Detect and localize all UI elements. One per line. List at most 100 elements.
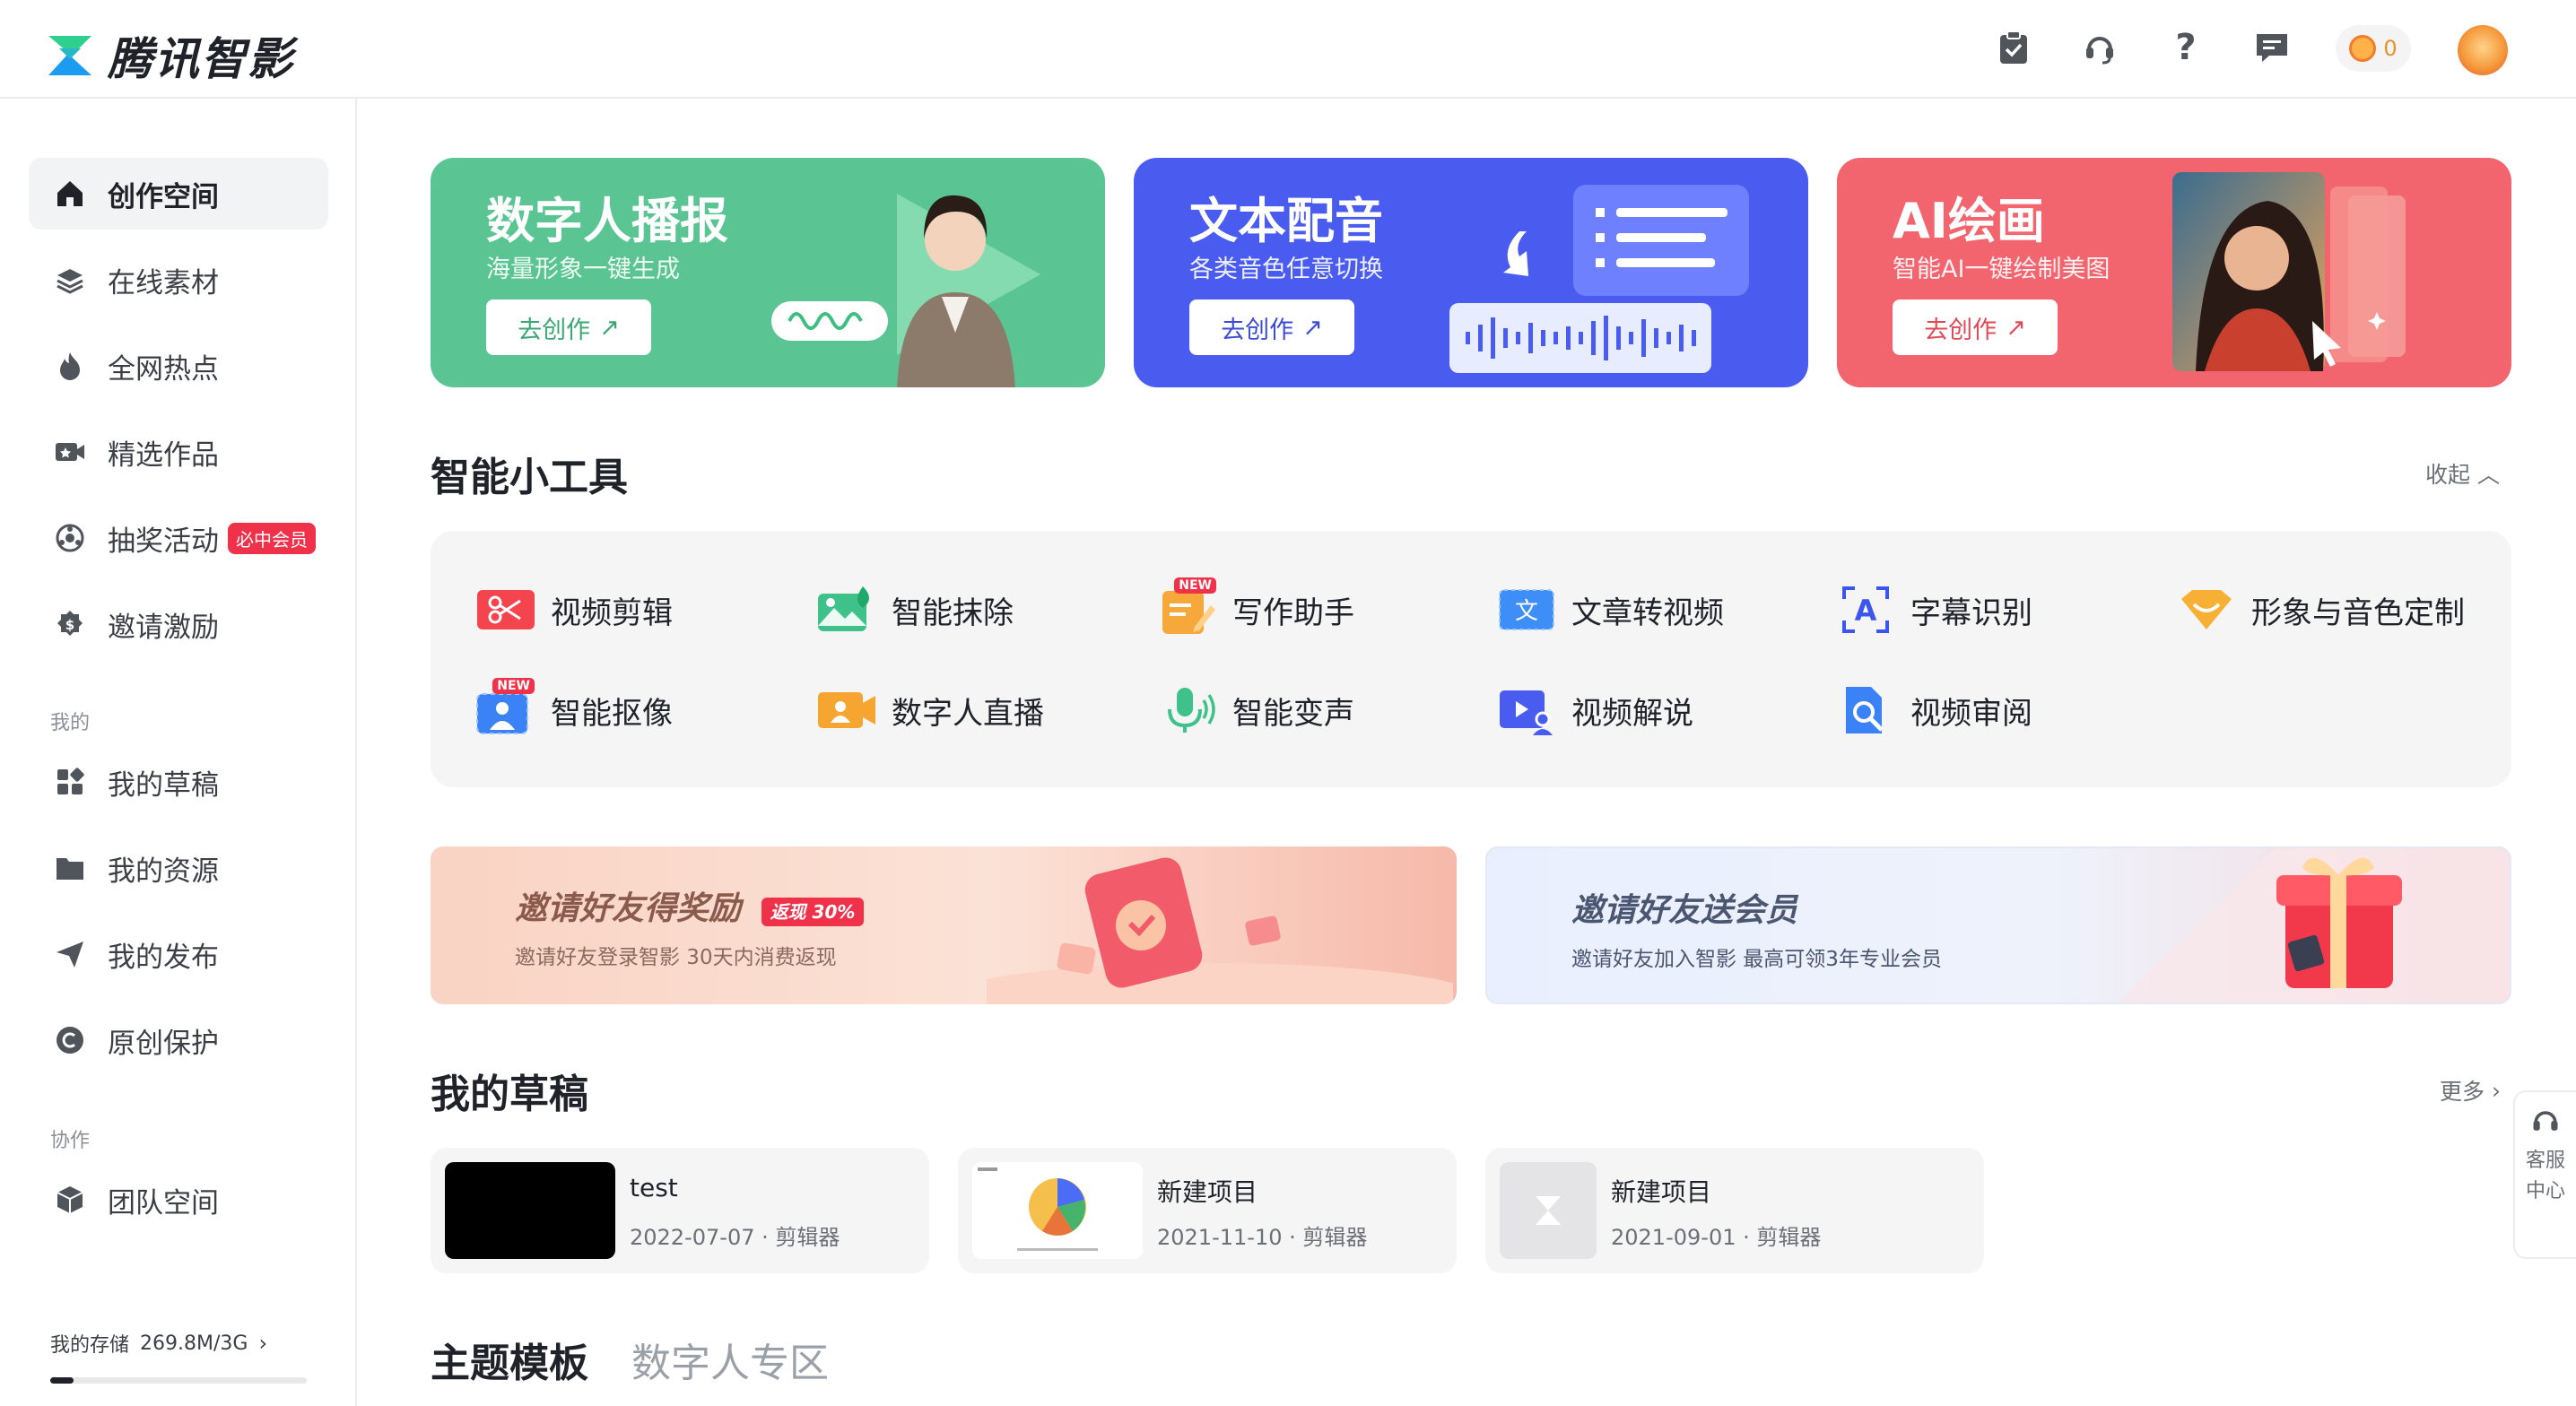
tool-writing-assistant[interactable]: NEW 写作助手 bbox=[1155, 577, 1354, 637]
tool-label: 数字人直播 bbox=[892, 695, 1044, 732]
subtitle-icon: A bbox=[1833, 583, 1898, 637]
customer-service-button[interactable]: 客服 中心 bbox=[2513, 1090, 2576, 1259]
tools-panel: 视频剪辑 智能抹除 NEW 写作助手 文 文章转视频 A 字幕识别 形象与音色定… bbox=[431, 531, 2511, 787]
message-icon[interactable] bbox=[2251, 27, 2293, 68]
sidebar-item-team-space[interactable]: 团队空间 bbox=[29, 1164, 328, 1236]
tools-section-title: 智能小工具 bbox=[431, 455, 628, 500]
button-label: 去创作 bbox=[518, 316, 591, 344]
sidebar-item-label: 团队空间 bbox=[108, 1186, 219, 1219]
tool-label: 写作助手 bbox=[1232, 595, 1354, 631]
storage-info[interactable]: 我的存储 269.8M/3G › bbox=[50, 1329, 267, 1358]
arrow-up-right-icon: ↗ bbox=[1302, 313, 1323, 342]
tool-label: 智能变声 bbox=[1232, 695, 1354, 732]
coin-balance[interactable]: 0 bbox=[2336, 25, 2411, 72]
tool-label: 智能抠像 bbox=[551, 695, 673, 732]
storage-progress bbox=[50, 1377, 307, 1384]
button-label: 去创作 bbox=[1221, 316, 1294, 344]
help-icon[interactable]: ? bbox=[2165, 27, 2206, 68]
arrow-up-right-icon: ↗ bbox=[2006, 313, 2026, 342]
support-label: 中心 bbox=[2525, 1180, 2565, 1202]
tool-digital-human-live[interactable]: 数字人直播 bbox=[814, 683, 1044, 737]
banner-title: 文本配音 bbox=[1189, 193, 1383, 249]
draft-thumbnail bbox=[1500, 1162, 1597, 1259]
tool-voice-changer[interactable]: 智能变声 bbox=[1155, 683, 1354, 737]
sidebar-item-label: 原创保护 bbox=[108, 1027, 219, 1060]
coin-icon bbox=[2349, 35, 2377, 62]
tool-video-narration[interactable]: 视频解说 bbox=[1494, 683, 1693, 737]
sidebar-item-hot-topics[interactable]: 全网热点 bbox=[29, 330, 328, 402]
member-badge: 必中会员 bbox=[228, 522, 316, 554]
sidebar-item-creation-space[interactable]: 创作空间 bbox=[29, 158, 328, 230]
erase-icon bbox=[814, 583, 879, 637]
red-envelope-illustration bbox=[987, 857, 1453, 1004]
logo-icon bbox=[48, 36, 91, 75]
draft-meta: 2021-09-01 · 剪辑器 bbox=[1611, 1225, 1822, 1250]
sidebar-item-featured-works[interactable]: 精选作品 bbox=[29, 416, 328, 488]
hourglass-icon bbox=[1536, 1196, 1561, 1225]
draft-name: test bbox=[630, 1173, 678, 1202]
tool-video-review[interactable]: 视频审阅 bbox=[1833, 683, 2032, 737]
promo-title: 邀请好友送会员 bbox=[1571, 892, 1798, 929]
video-narrate-icon bbox=[1494, 683, 1559, 737]
sidebar-item-copyright[interactable]: 原创保护 bbox=[29, 1004, 328, 1076]
support-label: 客服 bbox=[2525, 1150, 2565, 1172]
storage-value: 269.8M/3G bbox=[140, 1332, 248, 1355]
app-logo[interactable]: 腾讯智影 bbox=[45, 23, 294, 88]
new-badge: NEW bbox=[1174, 577, 1216, 594]
draft-meta: 2022-07-07 · 剪辑器 bbox=[630, 1225, 840, 1250]
coin-count: 0 bbox=[2383, 36, 2398, 61]
sidebar: 创作空间 在线素材 全网热点 精选作品 抽奖活动 必中会员 $ 邀请激励 我的 … bbox=[0, 99, 357, 1406]
tool-smart-erase[interactable]: 智能抹除 bbox=[814, 583, 1014, 637]
collapse-toggle[interactable]: 收起 ︿ bbox=[2425, 457, 2500, 490]
svg-text:文: 文 bbox=[1515, 598, 1538, 625]
chevron-up-icon: ︿ bbox=[2477, 462, 2501, 488]
headset-support-icon[interactable] bbox=[2079, 27, 2120, 68]
headset-icon bbox=[2533, 1111, 2558, 1131]
sidebar-item-my-publish[interactable]: 我的发布 bbox=[29, 918, 328, 990]
sidebar-item-lottery[interactable]: 抽奖活动 必中会员 bbox=[29, 502, 328, 574]
tool-smart-matting[interactable]: NEW 智能抠像 bbox=[474, 678, 673, 737]
banner-create-button[interactable]: 去创作 ↗ bbox=[1189, 299, 1354, 355]
text-to-speech-illustration bbox=[1449, 185, 1749, 373]
draft-card[interactable]: 新建项目 2021-09-01 · 剪辑器 bbox=[1485, 1148, 1984, 1273]
sidebar-group-mine: 我的 bbox=[50, 712, 91, 734]
tool-label: 文章转视频 bbox=[1571, 595, 1724, 631]
banner-ai-painting[interactable]: AI绘画 智能AI一键绘制美图 去创作 ↗ bbox=[1837, 158, 2511, 387]
tool-video-edit[interactable]: 视频剪辑 bbox=[474, 583, 673, 637]
tab-digital-human-zone[interactable]: 数字人专区 bbox=[631, 1331, 829, 1388]
arrow-up-right-icon: ↗ bbox=[599, 313, 620, 342]
sidebar-item-label: 精选作品 bbox=[108, 438, 219, 472]
matting-icon: NEW bbox=[474, 678, 538, 737]
sidebar-item-invite-rewards[interactable]: $ 邀请激励 bbox=[29, 588, 328, 660]
tab-theme-templates[interactable]: 主题模板 bbox=[431, 1331, 588, 1388]
draft-card[interactable]: test 2022-07-07 · 剪辑器 bbox=[431, 1148, 929, 1273]
banner-create-button[interactable]: 去创作 ↗ bbox=[1893, 299, 2058, 355]
more-label: 更多 bbox=[2440, 1079, 2485, 1105]
live-icon bbox=[814, 683, 879, 737]
draft-card[interactable]: 新建项目 2021-11-10 · 剪辑器 bbox=[958, 1148, 1457, 1273]
tool-label: 视频剪辑 bbox=[551, 595, 673, 631]
banner-create-button[interactable]: 去创作 ↗ bbox=[486, 299, 651, 355]
user-avatar[interactable] bbox=[2458, 25, 2508, 75]
banner-subtitle: 各类音色任意切换 bbox=[1189, 256, 1383, 283]
promo-invite-rewards[interactable]: 邀请好友得奖励 返现 30% 邀请好友登录智影 30天内消费返现 bbox=[431, 846, 1457, 1004]
sidebar-item-my-resources[interactable]: 我的资源 bbox=[29, 832, 328, 904]
promo-invite-membership[interactable]: 邀请好友送会员 邀请好友加入智影 最高可领3年专业会员 bbox=[1485, 846, 2511, 1004]
video-review-icon bbox=[1833, 683, 1898, 737]
promo-title: 邀请好友得奖励 返现 30% bbox=[515, 882, 865, 929]
sidebar-item-label: 邀请激励 bbox=[108, 611, 219, 644]
tool-article-to-video[interactable]: 文 文章转视频 bbox=[1494, 583, 1724, 637]
banner-title: 数字人播报 bbox=[486, 193, 728, 249]
sidebar-item-online-assets[interactable]: 在线素材 bbox=[29, 244, 328, 316]
promo-title-text: 邀请好友得奖励 bbox=[515, 890, 742, 927]
drafts-more-link[interactable]: 更多 › bbox=[2440, 1074, 2501, 1107]
tool-avatar-voice-custom[interactable]: 形象与音色定制 bbox=[2174, 583, 2465, 637]
send-icon bbox=[52, 936, 88, 972]
drafts-section-title: 我的草稿 bbox=[431, 1072, 588, 1117]
banner-text-dubbing[interactable]: 文本配音 各类音色任意切换 去创作 ↗ bbox=[1134, 158, 1808, 387]
task-clipboard-icon[interactable] bbox=[1993, 27, 2034, 68]
banner-digital-human[interactable]: 数字人播报 海量形象一键生成 去创作 ↗ bbox=[431, 158, 1105, 387]
button-label: 去创作 bbox=[1924, 316, 1997, 344]
sidebar-item-my-drafts[interactable]: 我的草稿 bbox=[29, 746, 328, 818]
tool-subtitle-recognition[interactable]: A 字幕识别 bbox=[1833, 583, 2032, 637]
